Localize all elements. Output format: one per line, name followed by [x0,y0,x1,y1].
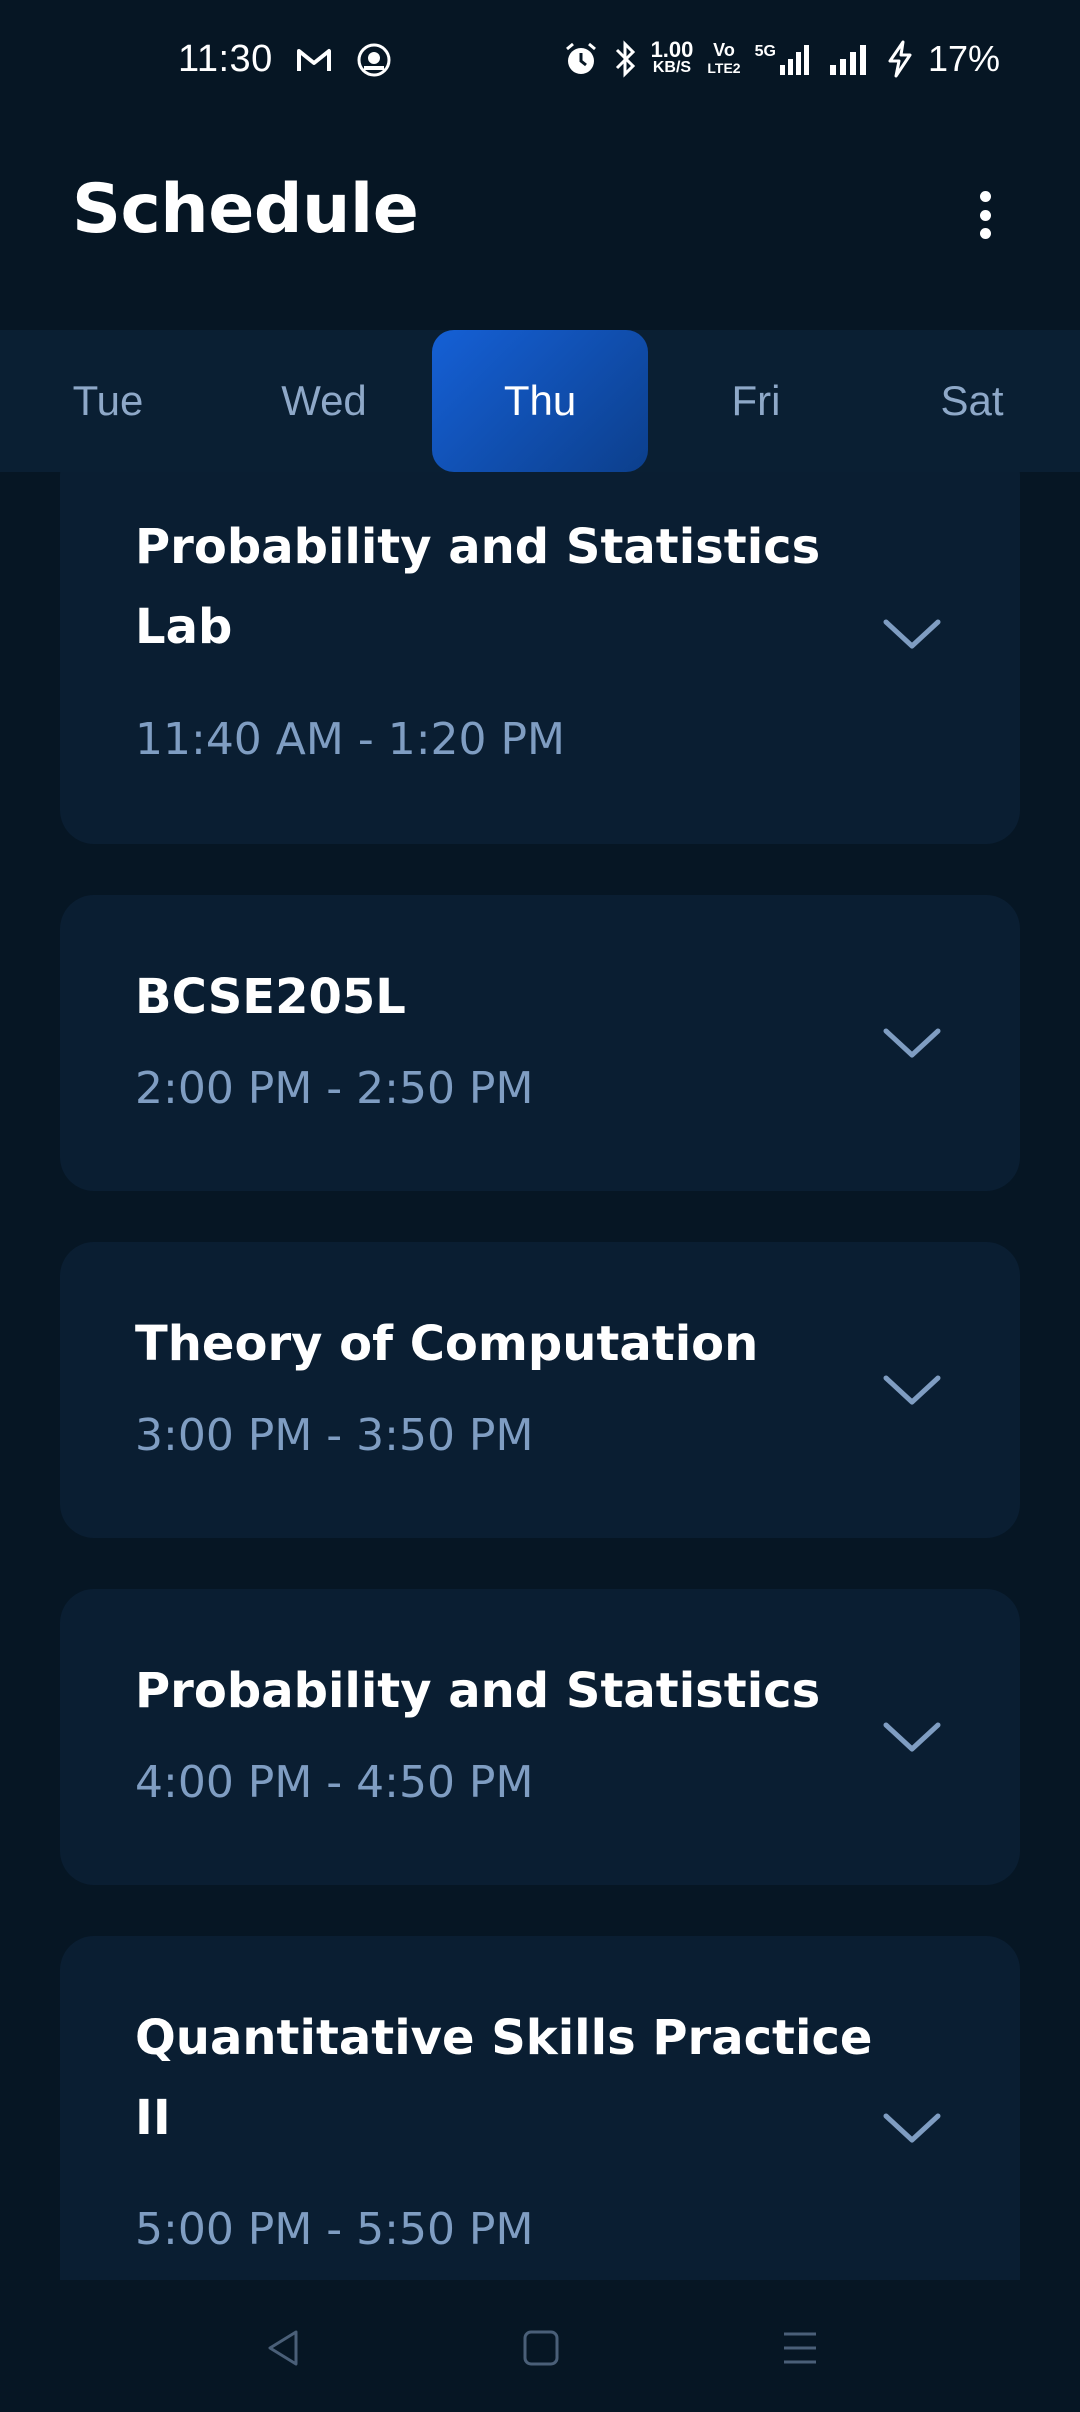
recents-icon[interactable] [770,2320,830,2376]
class-title: Probability and Statistics Lab [135,519,821,655]
charging-icon [888,40,912,78]
chevron-down-icon[interactable] [880,614,944,654]
bluetooth-icon [615,40,635,78]
more-vertical-icon[interactable] [960,185,1010,245]
class-card[interactable]: Theory of Computation 3:00 PM - 3:50 PM [60,1242,1020,1538]
net-speed: 1.00 KB/S [650,37,694,77]
class-time: 11:40 AM - 1:20 PM [135,714,565,765]
back-icon[interactable] [254,2320,314,2376]
class-time: 2:00 PM - 2:50 PM [135,1063,534,1114]
class-title: Probability and Statistics [135,1663,821,1719]
volte-top: Vo [713,40,735,60]
chevron-down-icon[interactable] [880,1717,944,1757]
day-tab-bar: Tue Wed Thu Fri Sat [0,330,1080,472]
tab-wed[interactable]: Wed [216,330,432,472]
chevron-down-icon[interactable] [880,1370,944,1410]
notification-icons [296,42,392,78]
net-speed-unit: KB/S [652,59,692,76]
system-status: 1.00 KB/S Vo LTE2 5G 17% [563,38,1000,80]
chevron-down-icon[interactable] [880,2108,944,2148]
gmail-icon [297,49,331,71]
class-card[interactable]: Quantitative Skills Practice II 5:00 PM … [60,1936,1020,2280]
class-card[interactable]: Probability and Statistics 4:00 PM - 4:5… [60,1589,1020,1885]
signal-icon [779,45,809,75]
network-type: 5G [754,43,776,60]
tab-fri[interactable]: Fri [648,330,864,472]
class-title: Quantitative Skills Practice II [135,2010,873,2146]
net-speed-value: 1.00 [650,37,694,62]
class-card[interactable]: Probability and Statistics Lab 11:40 AM … [60,472,1020,844]
system-nav-bar [0,2280,1080,2412]
class-title: BCSE205L [135,969,406,1025]
tab-tue[interactable]: Tue [0,330,216,472]
app-notification-icon [357,43,391,77]
class-card[interactable]: BCSE205L 2:00 PM - 2:50 PM [60,895,1020,1191]
battery-percentage: 17% [927,38,1000,79]
class-title: Theory of Computation [135,1316,759,1372]
tab-thu[interactable]: Thu [432,330,648,472]
status-bar: 11:30 1.00 KB/S Vo LTE2 5G 17% [0,0,1080,130]
class-time: 4:00 PM - 4:50 PM [135,1757,534,1808]
class-list: Probability and Statistics Lab 11:40 AM … [0,472,1080,2280]
status-time: 11:30 [178,38,273,80]
signal-icon-2 [829,45,866,75]
page-title: Schedule [72,170,419,249]
volte-indicator: Vo LTE2 [707,41,740,77]
class-time: 3:00 PM - 3:50 PM [135,1410,534,1461]
volte-bottom: LTE2 [707,60,741,76]
home-icon[interactable] [511,2320,571,2376]
class-time: 5:00 PM - 5:50 PM [135,2204,534,2255]
alarm-icon [565,42,596,74]
chevron-down-icon[interactable] [880,1023,944,1063]
tab-sat[interactable]: Sat [864,330,1080,472]
network-indicator: 5G [755,43,814,75]
